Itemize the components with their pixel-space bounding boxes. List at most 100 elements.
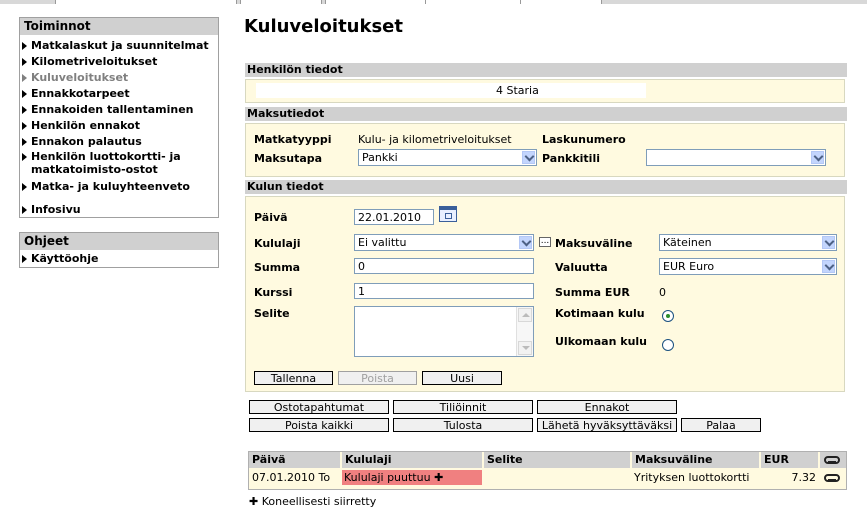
pankkitili-select[interactable] (646, 149, 826, 166)
arrow-right-icon (22, 74, 27, 82)
top-tab[interactable] (55, 0, 237, 4)
calendar-icon[interactable] (439, 206, 457, 222)
maksuvaline-select-value: Käteinen (663, 236, 712, 249)
arrow-right-icon (22, 255, 27, 263)
column-header: Selite (484, 452, 630, 468)
kululaji-select-value: Ei valittu (358, 236, 407, 249)
summa-eur-value: 0 (659, 286, 666, 299)
top-tab[interactable] (240, 0, 322, 4)
cell-paiva: 07.01.2010 To (252, 471, 331, 484)
summa-input[interactable]: 0 (354, 258, 534, 274)
arrow-right-icon (22, 138, 27, 146)
valuutta-select[interactable]: EUR Euro (659, 258, 837, 275)
ulkomaan-radio[interactable] (662, 339, 674, 351)
uusi-button[interactable]: Uusi (422, 371, 502, 385)
matkatyyppi-label: Matkatyyppi (254, 133, 332, 146)
kululaji-select[interactable]: Ei valittu (354, 234, 534, 251)
person-field: 4 Staria (256, 83, 646, 98)
sidebar-item-label: Ennakon palautus (31, 135, 142, 148)
cell-selite (484, 470, 630, 485)
sidebar-title: Toiminnot (20, 18, 218, 35)
chevron-down-icon[interactable] (822, 260, 835, 273)
top-tab[interactable] (325, 0, 427, 4)
sidebar-item-ennakoiden-tallentaminen[interactable]: Ennakoiden tallentaminen (20, 102, 218, 117)
ostotapahtumat-button[interactable]: Ostotapahtumat (249, 400, 389, 414)
attachment-icon (824, 456, 840, 464)
selite-textarea[interactable] (354, 306, 534, 357)
chevron-down-icon[interactable] (822, 236, 835, 249)
sidebar-item-label: Ennakoiden tallentaminen (31, 103, 194, 116)
poista-kaikki-button[interactable]: Poista kaikki (249, 418, 389, 432)
chevron-down-icon[interactable] (519, 236, 532, 249)
chevron-down-icon[interactable] (811, 151, 824, 164)
section-header-maksu: Maksutiedot (245, 107, 847, 121)
sidebar-toiminnot: Toiminnot Matkalaskut ja suunnitelmat Ki… (19, 17, 219, 218)
sidebar-item-infosivu[interactable]: Infosivu (20, 202, 218, 217)
top-tab[interactable] (520, 0, 602, 4)
section-header-kulu: Kulun tiedot (245, 180, 847, 194)
kotimaan-radio[interactable] (662, 310, 674, 322)
sidebar-item-yhteenveto[interactable]: Matka- ja kuluyhteenveto (20, 179, 218, 194)
maksutapa-label: Maksutapa (254, 152, 323, 165)
pankkitili-label: Pankkitili (542, 152, 600, 165)
cell-kululaji-text: Kululaji puuttuu (344, 471, 431, 484)
sidebar-item-label: Ennakkotarpeet (31, 87, 130, 100)
kurssi-label: Kurssi (254, 286, 293, 299)
sidebar-title: Ohjeet (20, 233, 218, 250)
sidebar-item-ennakon-palautus[interactable]: Ennakon palautus (20, 134, 218, 149)
more-options-icon[interactable]: ... (539, 237, 551, 247)
sidebar-item-luottokortti[interactable]: Henkilön luottokortti- ja matkatoimisto-… (20, 150, 204, 176)
poista-button[interactable]: Poista (338, 371, 417, 385)
column-header: Kululaji (342, 452, 482, 468)
tallenna-button[interactable]: Tallenna (254, 371, 333, 385)
arrow-right-icon (22, 206, 27, 214)
sidebar-item-label: Henkilön luottokortti- ja matkatoimisto-… (31, 150, 181, 176)
sidebar-item-label: Kilometriveloitukset (31, 55, 158, 68)
kurssi-input[interactable]: 1 (354, 283, 534, 299)
sidebar-item-label: Matka- ja kuluyhteenveto (31, 180, 190, 193)
sidebar-item-henkilon-ennakot[interactable]: Henkilön ennakot (20, 118, 218, 133)
scroll-down-icon[interactable] (518, 341, 532, 355)
sidebar-item-kuluveloitukset[interactable]: Kuluveloitukset (20, 70, 218, 85)
kotimaan-label: Kotimaan kulu (555, 307, 645, 320)
arrow-right-icon (22, 183, 27, 191)
tilioinnit-button[interactable]: Tiliöinnit (393, 400, 533, 414)
scrollbar[interactable] (516, 307, 533, 356)
sidebar-item-matkalaskut[interactable]: Matkalaskut ja suunnitelmat (20, 38, 218, 53)
arrow-right-icon (22, 42, 27, 50)
chevron-down-icon[interactable] (522, 151, 535, 164)
laheta-button[interactable]: Lähetä hyväksyttäväksi (537, 418, 677, 432)
footer-note-text: Koneellisesti siirretty (261, 495, 377, 508)
kululaji-label: Kululaji (254, 237, 301, 250)
ulkomaan-label: Ulkomaan kulu (555, 335, 647, 348)
arrow-right-icon (22, 58, 27, 66)
laskunumero-label: Laskunumero (542, 133, 626, 146)
page-title: Kuluveloitukset (244, 16, 403, 37)
sidebar-item-kayttoohje[interactable]: Käyttöohje (20, 251, 218, 266)
arrow-right-icon (22, 153, 27, 161)
maksuvaline-select[interactable]: Käteinen (659, 234, 837, 251)
top-tab[interactable] (425, 0, 522, 4)
expense-table: Päivä Kululaji Selite Maksuväline EUR 07… (248, 451, 847, 490)
person-name: 4 Staria (496, 84, 539, 97)
ennakot-button[interactable]: Ennakot (537, 400, 677, 414)
column-header-attachment (820, 452, 846, 468)
sidebar-item-label: Käyttöohje (31, 252, 99, 265)
plus-icon: ✚ (249, 495, 259, 508)
cell-kululaji[interactable]: Kululaji puuttuu ✚ (342, 470, 482, 485)
tulosta-button[interactable]: Tulosta (393, 418, 533, 432)
sidebar-item-kilometriveloitukset[interactable]: Kilometriveloitukset (20, 54, 218, 69)
arrow-right-icon (22, 106, 27, 114)
palaa-button[interactable]: Palaa (681, 418, 761, 432)
sidebar-item-ennakkotarpeet[interactable]: Ennakkotarpeet (20, 86, 218, 101)
valuutta-select-value: EUR Euro (663, 260, 715, 273)
column-header: EUR (761, 452, 818, 468)
matkatyyppi-value: Kulu- ja kilometriveloitukset (358, 133, 512, 146)
sidebar-item-label: Henkilön ennakot (31, 119, 140, 132)
scroll-up-icon[interactable] (518, 308, 532, 322)
section-kulu (245, 196, 845, 392)
paiva-input[interactable]: 22.01.2010 (354, 209, 434, 225)
arrow-right-icon (22, 122, 27, 130)
attachment-icon[interactable] (824, 474, 840, 482)
maksutapa-select[interactable]: Pankki (358, 149, 537, 166)
